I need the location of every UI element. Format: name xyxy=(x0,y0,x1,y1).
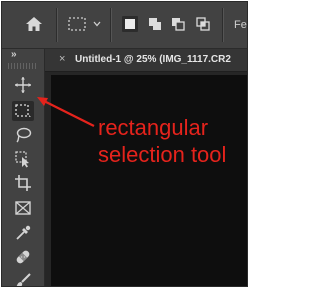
options-divider xyxy=(56,8,58,42)
eyedropper-icon xyxy=(16,225,31,240)
marquee-icon xyxy=(15,104,31,117)
options-bar: Feat xyxy=(2,2,247,49)
frame-icon xyxy=(15,201,31,215)
document-title: Untitled-1 @ 25% (IMG_1117.CR2 xyxy=(75,54,231,65)
lasso-icon xyxy=(16,127,32,143)
move-tool[interactable] xyxy=(12,75,34,95)
tool-panel: » xyxy=(2,49,45,286)
spot-healing-tool[interactable] xyxy=(12,247,34,267)
subtract-from-selection-icon[interactable] xyxy=(170,16,186,32)
brush-icon xyxy=(16,273,31,286)
object-selection-tool[interactable] xyxy=(12,149,34,169)
panel-grip[interactable] xyxy=(8,63,38,69)
new-selection-icon[interactable] xyxy=(122,16,138,32)
feather-label: Feat xyxy=(234,19,247,31)
annotation-line-2: selection tool xyxy=(98,142,227,167)
bandage-icon xyxy=(16,250,30,264)
options-divider xyxy=(110,8,112,42)
options-divider xyxy=(222,8,224,42)
chevron-down-icon[interactable] xyxy=(92,17,102,31)
image-canvas[interactable] xyxy=(51,75,247,286)
close-tab-icon[interactable]: × xyxy=(59,53,65,65)
home-icon[interactable] xyxy=(24,14,44,34)
collapse-panel-icon[interactable]: » xyxy=(11,49,16,60)
add-to-selection-icon[interactable] xyxy=(147,16,163,32)
brush-tool[interactable] xyxy=(12,271,34,286)
annotation-label: rectangular selection tool xyxy=(98,114,226,168)
move-icon xyxy=(15,77,31,93)
object-selection-icon xyxy=(15,151,29,168)
frame-tool[interactable] xyxy=(12,198,34,218)
crop-tool[interactable] xyxy=(12,173,34,193)
intersect-with-selection-icon[interactable] xyxy=(195,16,211,32)
annotation-line-1: rectangular xyxy=(98,115,209,140)
crop-icon xyxy=(15,175,31,191)
document-tab[interactable]: × Untitled-1 @ 25% (IMG_1117.CR2 xyxy=(45,49,247,72)
eyedropper-tool[interactable] xyxy=(12,223,34,243)
lasso-tool[interactable] xyxy=(12,125,34,145)
rectangular-marquee-tool[interactable] xyxy=(12,101,34,121)
rectangle-marquee-icon[interactable] xyxy=(68,17,86,31)
